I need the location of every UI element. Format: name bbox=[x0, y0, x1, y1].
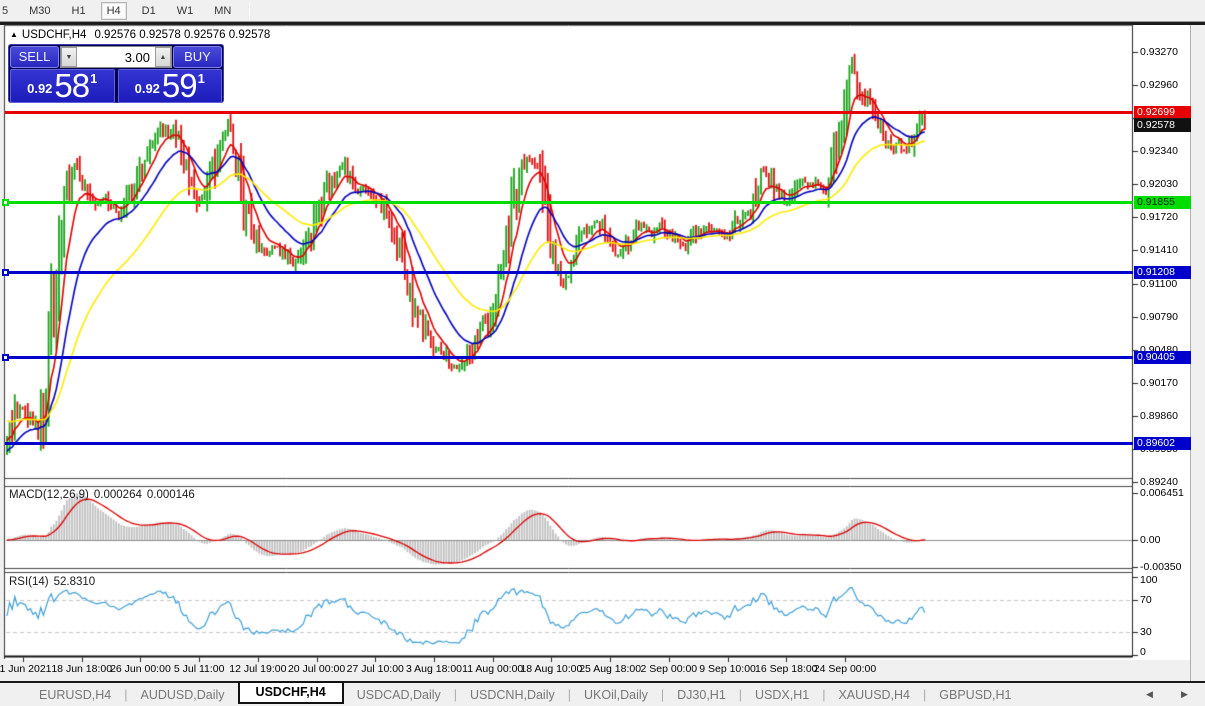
price-tick-label: 0.91410 bbox=[1140, 244, 1178, 256]
chart-tab-usdchf[interactable]: USDCHF,H4 bbox=[238, 681, 344, 704]
rsi-tick-label: 70 bbox=[1140, 594, 1152, 606]
macd-tick-label: 0.006451 bbox=[1140, 487, 1184, 499]
price-chart-canvas[interactable] bbox=[0, 0, 1205, 706]
rsi-name: RSI(14) bbox=[9, 576, 49, 588]
sell-price-prefix: 0.92 bbox=[27, 81, 52, 96]
price-tick-label: 0.91100 bbox=[1140, 278, 1177, 290]
rsi-tick-label: 0 bbox=[1140, 646, 1146, 658]
sell-price-pip: 1 bbox=[90, 71, 97, 86]
volume-spinner: ▼ ▲ bbox=[60, 46, 172, 68]
mt4-window: 5M30H1H4D1W1MN ▲USDCHF,H40.92576 0.92578… bbox=[0, 0, 1205, 706]
rsi-indicator-label: RSI(14) 52.8310 bbox=[9, 576, 100, 588]
macd-indicator-label: MACD(12,26,9) 0.000264 0.000146 bbox=[9, 489, 200, 501]
macd-name: MACD(12,26,9) bbox=[9, 489, 89, 501]
price-tick-label: 0.92340 bbox=[1140, 145, 1178, 157]
chart-symbol: USDCHF,H4 bbox=[22, 29, 87, 41]
rsi-value: 52.8310 bbox=[54, 576, 96, 588]
chart-tab-usdcad[interactable]: USDCAD,Daily bbox=[344, 686, 454, 704]
macd-tick-label: 0.00 bbox=[1140, 534, 1160, 546]
tab-scroll-right-icon[interactable]: ▶ bbox=[1181, 689, 1188, 700]
level-line-0.91208[interactable] bbox=[5, 271, 1133, 274]
level-line-0.91855[interactable] bbox=[5, 201, 1133, 204]
chart-tab-audusd[interactable]: AUDUSD,Daily bbox=[128, 686, 238, 704]
level-line-handle[interactable] bbox=[2, 354, 9, 361]
chart-ohlc-values: 0.92576 0.92578 0.92576 0.92578 bbox=[94, 29, 270, 41]
collapse-triangle-icon[interactable]: ▲ bbox=[10, 30, 18, 39]
level-line-handle[interactable] bbox=[2, 199, 9, 206]
price-level-flag: 0.89602 bbox=[1134, 437, 1191, 450]
macd-value-1: 0.000264 bbox=[94, 489, 142, 501]
volume-input[interactable] bbox=[77, 47, 155, 67]
macd-tick-label: -0.00350 bbox=[1140, 561, 1181, 573]
price-tick-label: 0.93270 bbox=[1140, 46, 1178, 58]
sell-price-big: 58 bbox=[54, 72, 89, 100]
volume-decrease-button[interactable]: ▼ bbox=[61, 47, 77, 67]
price-tick-label: 0.90790 bbox=[1140, 311, 1178, 323]
price-tick-label: 0.92030 bbox=[1140, 178, 1178, 190]
chart-tab-xauusd[interactable]: XAUUSD,H4 bbox=[825, 686, 923, 704]
sell-button[interactable]: SELL bbox=[10, 46, 59, 68]
buy-price-box[interactable]: 0.92591 bbox=[118, 69, 223, 103]
price-tick-label: 0.90170 bbox=[1140, 377, 1178, 389]
level-line-handle[interactable] bbox=[2, 269, 9, 276]
chart-tab-dj30[interactable]: DJ30,H1 bbox=[664, 686, 739, 704]
tab-scroll-left-icon[interactable]: ◀ bbox=[1146, 689, 1153, 700]
chart-symbol-header: ▲ USDCHF,H4 0.92576 0.92578 0.92576 0.9257… bbox=[10, 29, 270, 41]
level-line-0.92699[interactable] bbox=[5, 111, 1133, 114]
buy-price-pip: 1 bbox=[198, 71, 205, 86]
price-tick-label: 0.92960 bbox=[1140, 79, 1178, 91]
macd-value-2: 0.000146 bbox=[147, 489, 195, 501]
chart-tab-bar: EURUSD,H4|AUDUSD,DailyUSDCHF,H4USDCAD,Da… bbox=[0, 683, 1205, 706]
price-level-flag: 0.91208 bbox=[1134, 266, 1191, 279]
chart-tab-eurusd[interactable]: EURUSD,H4 bbox=[26, 686, 124, 704]
rsi-tick-label: 100 bbox=[1140, 574, 1158, 586]
level-line-0.89602[interactable] bbox=[5, 442, 1133, 445]
chart-tab-usdx[interactable]: USDX,H1 bbox=[742, 686, 822, 704]
price-level-flag: 0.90405 bbox=[1134, 351, 1191, 364]
chart-tab-gbpusd[interactable]: GBPUSD,H1 bbox=[926, 686, 1024, 704]
current-price-flag: 0.92578 bbox=[1134, 119, 1191, 132]
rsi-tick-label: 30 bbox=[1140, 626, 1152, 638]
price-tick-label: 0.91720 bbox=[1140, 211, 1178, 223]
volume-increase-button[interactable]: ▲ bbox=[155, 47, 171, 67]
buy-button[interactable]: BUY bbox=[173, 46, 222, 68]
price-tick-label: 0.89860 bbox=[1140, 410, 1178, 422]
chart-tab-ukoil[interactable]: UKOil,Daily bbox=[571, 686, 661, 704]
buy-price-big: 59 bbox=[162, 72, 197, 100]
chart-tab-usdcnh[interactable]: USDCNH,Daily bbox=[457, 686, 568, 704]
price-level-flag: 0.91855 bbox=[1134, 196, 1191, 209]
buy-price-prefix: 0.92 bbox=[135, 81, 160, 96]
time-axis-label[interactable]: 24 Sep 00:00 bbox=[805, 663, 885, 675]
level-line-0.90405[interactable] bbox=[5, 356, 1133, 359]
sell-price-box[interactable]: 0.92581 bbox=[10, 69, 115, 103]
one-click-trading-panel: SELL ▼ ▲ BUY 0.92581 0.92591 bbox=[8, 44, 224, 103]
